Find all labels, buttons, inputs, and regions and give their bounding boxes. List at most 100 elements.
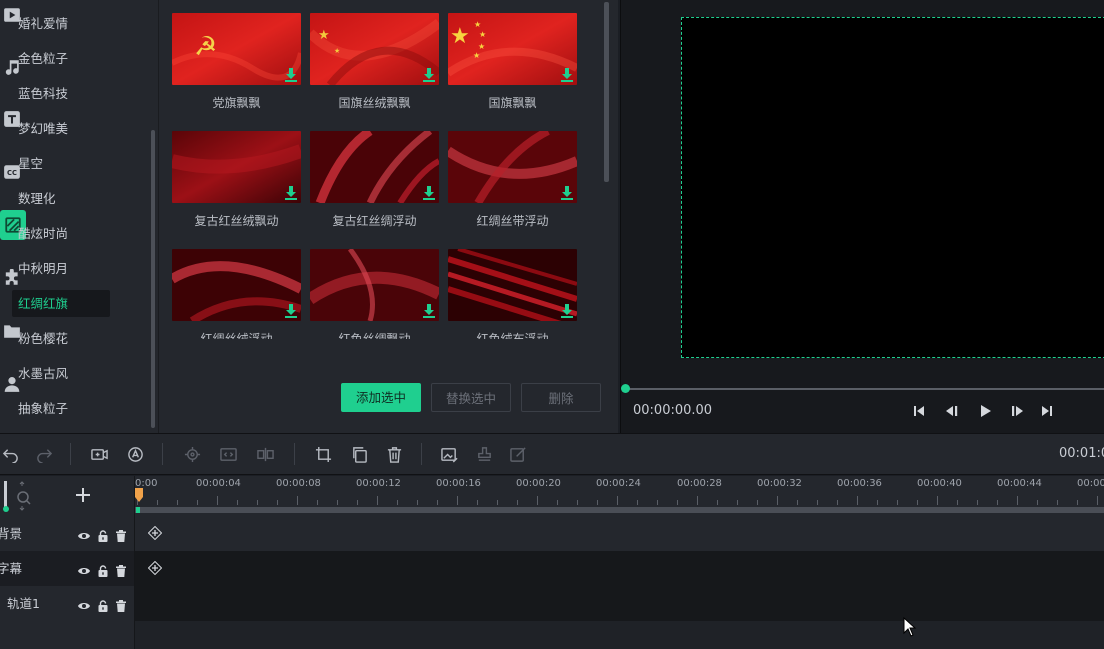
code-icon[interactable] xyxy=(218,444,238,464)
thumb-label: 复古红丝绸浮动 xyxy=(332,214,417,228)
thumb-flag-velvet[interactable]: ★ ★ xyxy=(310,13,439,85)
delete-button[interactable]: 删除 xyxy=(521,383,601,412)
ruler-tick xyxy=(157,500,158,505)
category-item[interactable]: 数理化 xyxy=(12,185,110,212)
category-item[interactable]: 金色粒子 xyxy=(12,45,110,72)
playhead-marker[interactable] xyxy=(135,488,143,502)
category-item-active[interactable]: 红绸红旗 xyxy=(12,290,110,317)
skip-start-icon[interactable] xyxy=(911,403,927,419)
thumb-red-silk[interactable] xyxy=(310,249,439,321)
ruler-tick xyxy=(857,496,858,505)
thumb-national-flag[interactable]: ★ ★ ★ ★ ★ xyxy=(448,13,577,85)
ruler-label: 00:00:36 xyxy=(837,478,882,489)
ruler-tick xyxy=(997,500,998,505)
add-track-icon[interactable] xyxy=(75,487,91,503)
download-icon[interactable] xyxy=(423,186,435,200)
download-icon[interactable] xyxy=(285,186,297,200)
ruler-tick xyxy=(337,500,338,505)
ruler-tick xyxy=(777,496,778,505)
preview-progress-handle[interactable] xyxy=(621,384,630,393)
skip-end-icon[interactable] xyxy=(1039,403,1055,419)
ruler-tick xyxy=(617,496,618,505)
svg-text:★: ★ xyxy=(473,51,480,60)
track-lane-subtitle[interactable] xyxy=(135,551,1104,586)
zoom-slider-icon[interactable] xyxy=(3,480,33,512)
category-item[interactable]: 粉色樱花 xyxy=(12,325,110,352)
edit-icon[interactable] xyxy=(508,444,528,464)
download-icon[interactable] xyxy=(423,304,435,318)
lock-icon[interactable] xyxy=(97,597,109,612)
thumb-red-silk-velvet[interactable] xyxy=(172,249,301,321)
download-icon[interactable] xyxy=(561,68,573,82)
category-item[interactable]: 抽象粒子 xyxy=(12,395,110,422)
record-icon[interactable] xyxy=(125,444,145,464)
eye-icon[interactable] xyxy=(78,562,90,574)
track-header-empty xyxy=(0,621,135,649)
preview-canvas[interactable] xyxy=(681,17,1104,358)
ruler-tick xyxy=(1077,500,1078,505)
thumb-label: 复古红丝绒飘动 xyxy=(194,214,279,228)
timeline-empty-area[interactable] xyxy=(135,621,1104,649)
grid-scrollbar[interactable] xyxy=(604,2,609,182)
ruler-tick xyxy=(877,500,878,505)
crop-icon[interactable] xyxy=(313,444,333,464)
lock-icon[interactable] xyxy=(97,562,109,577)
download-icon[interactable] xyxy=(561,304,573,318)
copy-icon[interactable] xyxy=(349,444,369,464)
ruler-tick xyxy=(697,496,698,505)
ruler-tick xyxy=(477,500,478,505)
ruler-tick xyxy=(317,500,318,505)
trash-icon[interactable] xyxy=(115,527,127,542)
redo-icon[interactable] xyxy=(34,444,54,464)
ruler-tick xyxy=(637,500,638,505)
track-lane-background[interactable] xyxy=(135,516,1104,551)
replace-selected-button[interactable]: 替换选中 xyxy=(431,383,511,412)
download-icon[interactable] xyxy=(423,68,435,82)
add-clip-icon[interactable] xyxy=(148,561,162,575)
category-item[interactable]: 酷炫时尚 xyxy=(12,220,110,247)
category-item[interactable]: 中秋明月 xyxy=(12,255,110,282)
ruler-tick xyxy=(937,496,938,505)
add-selected-button[interactable]: 添加选中 xyxy=(341,383,421,412)
ruler-label: 00:00:12 xyxy=(356,478,401,489)
category-item[interactable]: 星空 xyxy=(12,150,110,177)
thumb-retro-silk[interactable] xyxy=(310,131,439,203)
thumb-silk-ribbon[interactable] xyxy=(448,131,577,203)
eye-icon[interactable] xyxy=(78,597,90,609)
category-item[interactable]: 蓝色科技 xyxy=(12,80,110,107)
ruler-label: 00:00:28 xyxy=(677,478,722,489)
add-clip-icon[interactable] xyxy=(148,526,162,540)
preview-progress-bar[interactable] xyxy=(625,388,1104,390)
trash-icon[interactable] xyxy=(115,562,127,577)
ruler-label: 00:00:08 xyxy=(276,478,321,489)
svg-text:★: ★ xyxy=(479,30,486,39)
trash-icon[interactable] xyxy=(115,597,127,612)
category-item[interactable]: 梦幻唯美 xyxy=(12,115,110,142)
step-forward-icon[interactable] xyxy=(1009,403,1025,419)
download-icon[interactable] xyxy=(285,68,297,82)
play-icon[interactable] xyxy=(977,403,993,419)
lock-icon[interactable] xyxy=(97,527,109,542)
ruler-tick xyxy=(217,496,218,505)
undo-icon[interactable] xyxy=(0,444,20,464)
category-item[interactable]: 婚礼爱情 xyxy=(12,10,110,37)
ruler-label: 00:00:40 xyxy=(917,478,962,489)
thumb-party-flag[interactable]: ☭ xyxy=(172,13,301,85)
thumb-red-cloth[interactable] xyxy=(448,249,577,321)
stamp-icon[interactable] xyxy=(474,444,494,464)
track-lane-track1[interactable] xyxy=(135,586,1104,621)
add-media-icon[interactable] xyxy=(89,444,109,464)
eye-icon[interactable] xyxy=(78,527,90,539)
trash-icon[interactable] xyxy=(384,444,404,464)
ruler-tick xyxy=(757,500,758,505)
target-icon[interactable] xyxy=(182,444,202,464)
step-back-icon[interactable] xyxy=(944,403,960,419)
download-icon[interactable] xyxy=(561,186,573,200)
ruler-scroll-bar[interactable] xyxy=(135,507,1104,513)
image-edit-icon[interactable] xyxy=(439,444,459,464)
thumb-retro-velvet[interactable] xyxy=(172,131,301,203)
split-icon[interactable] xyxy=(255,444,275,464)
download-icon[interactable] xyxy=(285,304,297,318)
category-item[interactable]: 水墨古风 xyxy=(12,360,110,387)
category-scrollbar[interactable] xyxy=(151,130,155,428)
